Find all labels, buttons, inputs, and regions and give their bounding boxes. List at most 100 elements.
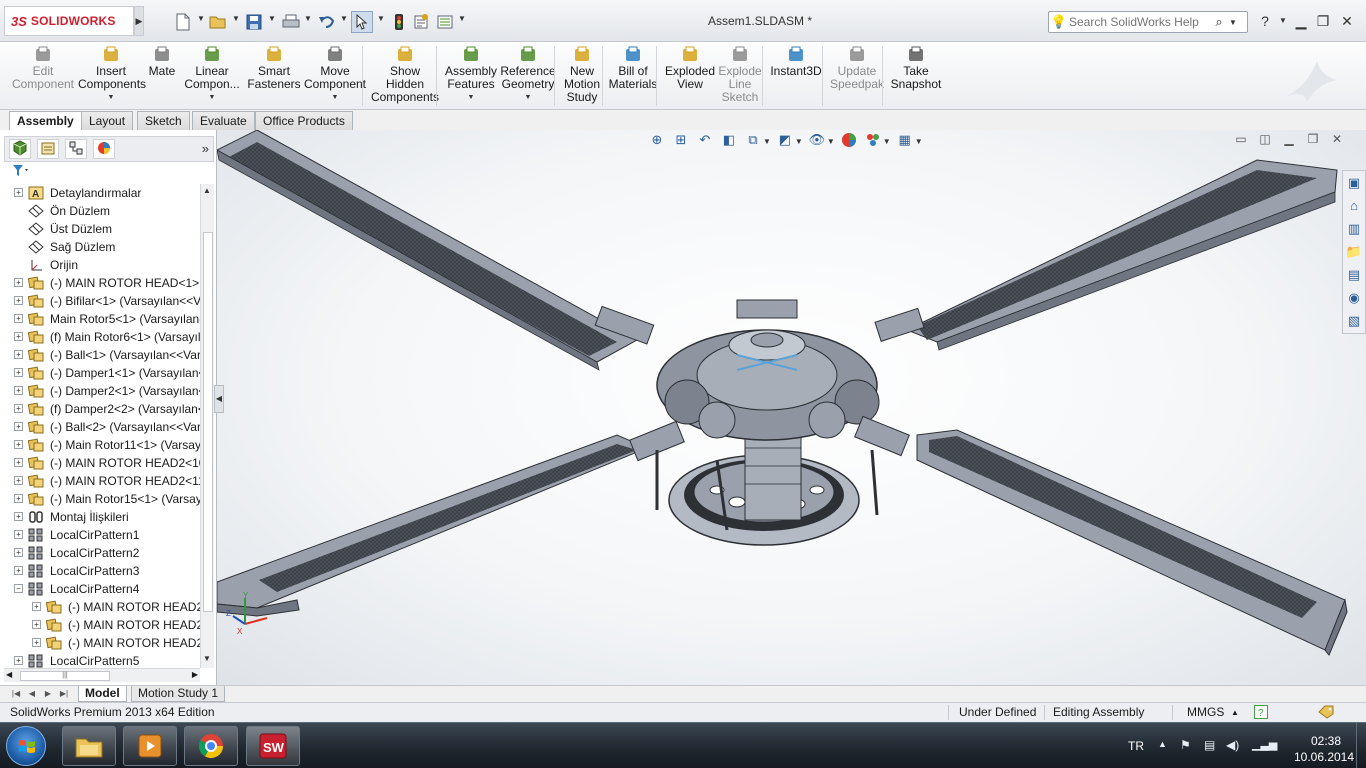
new-icon[interactable] [172,11,194,33]
viewport-close-icon[interactable]: ✕ [1328,132,1346,148]
tree-node[interactable]: + (-) Ball<2> (Varsayılan<<Var [4,418,200,436]
undo-icon[interactable] [316,11,338,33]
expand-node-icon[interactable]: + [14,368,23,377]
media-player-icon[interactable] [123,726,177,766]
print-icon[interactable] [280,11,302,33]
clock-time[interactable]: 02:38 [1296,734,1356,748]
expand-node-icon[interactable]: + [14,278,23,287]
display-style-icon[interactable]: ◩ [775,132,795,150]
scroll-thumb[interactable] [203,232,213,612]
tree-node[interactable]: Ön Düzlem [4,202,200,220]
blade-lower-right[interactable] [916,429,1348,656]
viewport-minimize-icon[interactable]: ▁ [1280,132,1298,148]
scroll-up-arrow[interactable]: ▲ [203,186,211,195]
zoom-to-fit-icon[interactable]: ⊕ [647,132,667,150]
expand-node-icon[interactable]: + [14,332,23,341]
menu-flyout-button[interactable]: ▶ [134,6,144,36]
volume-icon[interactable]: ◀) [1226,738,1239,752]
file-explorer-icon[interactable] [62,726,116,766]
blade-lower-left[interactable] [217,434,649,617]
signal-strength-icon[interactable]: ▁▃▅ [1252,738,1277,751]
tree-node[interactable]: + A Detaylandırmalar [4,184,200,202]
zoom-to-area-icon[interactable]: ⊞ [671,132,691,150]
expand-node-icon[interactable]: + [14,476,23,485]
tree-node[interactable]: + (-) MAIN ROTOR HEAD2 [4,634,200,652]
panel-collapse-handle[interactable]: ◀ [214,385,224,413]
move-component-button[interactable]: Move Component ▼ [302,46,368,108]
solidworks-icon[interactable]: SW [246,726,300,766]
first-tab-arrow[interactable]: |◀ [10,688,22,700]
filter-icon[interactable] [12,164,212,180]
expand-node-icon[interactable]: + [14,548,23,557]
next-tab-arrow[interactable]: ▶ [42,688,54,700]
design-library-icon[interactable]: ▥ [1343,218,1365,240]
rotor-head-model[interactable] [217,130,1366,685]
previous-view-icon[interactable]: ↶ [695,132,715,150]
network-icon[interactable]: ▤ [1204,738,1215,752]
collapse-node-icon[interactable]: − [14,584,23,593]
viewport-split-horizontal-icon[interactable]: ▭ [1232,132,1250,148]
view-settings-icon[interactable]: ▦ [895,132,915,150]
expand-node-icon[interactable]: + [14,458,23,467]
restore-icon[interactable]: ❐ [1312,12,1334,30]
save-dropdown-arrow[interactable]: ▼ [268,14,276,23]
tree-node[interactable]: Orijin [4,256,200,274]
tree-node[interactable]: + LocalCirPattern1 [4,526,200,544]
custom-properties-icon[interactable]: ▧ [1343,310,1365,332]
tab-layout[interactable]: Layout [81,111,134,130]
tree-node[interactable]: + LocalCirPattern3 [4,562,200,580]
insert-components-dropdown-arrow[interactable]: ▼ [78,91,144,104]
solidworks-logo[interactable]: 3S SOLIDWORKS [4,6,134,36]
view-settings-dropdown[interactable]: ▼ [915,137,923,146]
undo-dropdown-arrow[interactable]: ▼ [340,14,348,23]
horizontal-scroll-thumb[interactable]: ||| [20,671,110,681]
property-manager-icon[interactable] [37,139,59,159]
expand-node-icon[interactable]: + [14,422,23,431]
tab-model[interactable]: Model [78,686,127,702]
display-style-dropdown[interactable]: ▼ [795,137,803,146]
save-icon[interactable] [243,11,265,33]
select-icon[interactable] [351,11,373,33]
tree-node[interactable]: + (-) MAIN ROTOR HEAD2 [4,616,200,634]
tree-node[interactable]: + (-) Main Rotor11<1> (Varsay [4,436,200,454]
configuration-manager-icon[interactable] [65,139,87,159]
tab-office-products[interactable]: Office Products [255,111,353,130]
section-view-icon[interactable]: ◧ [719,132,739,150]
tree-node[interactable]: + (-) MAIN ROTOR HEAD2 [4,598,200,616]
tree-node[interactable]: + (-) Damper1<1> (Varsayılan< [4,364,200,382]
assembly-features-dropdown-arrow[interactable]: ▼ [442,91,500,104]
explode-line-sketch-button[interactable]: Explode Line Sketch [716,46,764,108]
bill-of-materials-button[interactable]: Bill of Materials [608,46,658,108]
show-hidden-icons-arrow[interactable]: ▲ [1158,739,1167,749]
expand-node-icon[interactable]: + [32,638,41,647]
view-orientation-dropdown[interactable]: ▼ [763,137,771,146]
reference-geometry-button[interactable]: Reference Geometry ▼ [500,46,556,108]
tree-node[interactable]: + (-) MAIN ROTOR HEAD<1> ( [4,274,200,292]
help-search-box[interactable]: 💡 ⌕ ▼ [1048,11,1248,33]
expand-node-icon[interactable]: + [14,296,23,305]
show-desktop-button[interactable] [1356,723,1366,768]
tree-node[interactable]: Sağ Düzlem [4,238,200,256]
tab-motion-study[interactable]: Motion Study 1 [131,686,226,702]
move-component-dropdown-arrow[interactable]: ▼ [302,91,368,104]
scroll-down-arrow[interactable]: ▼ [203,654,211,663]
options-icon[interactable] [434,11,456,33]
select-dropdown-arrow[interactable]: ▼ [377,14,385,23]
take-snapshot-button[interactable]: Take Snapshot [888,46,944,108]
tree-node[interactable]: + (-) Main Rotor15<1> (Varsay [4,490,200,508]
tree-node[interactable]: + LocalCirPattern2 [4,544,200,562]
instant3d-button[interactable]: Instant3D [768,46,824,108]
file-explorer-panel-icon[interactable]: 📁 [1343,241,1365,263]
tab-evaluate[interactable]: Evaluate [192,111,255,130]
options-dropdown-arrow[interactable]: ▼ [458,14,466,23]
tree-node[interactable]: + LocalCirPattern5 [4,652,200,668]
start-button[interactable] [6,726,46,766]
blade-upper-right[interactable] [905,159,1338,351]
scroll-left-arrow[interactable]: ◀ [6,670,12,679]
close-icon[interactable]: ✕ [1336,12,1358,30]
blade-upper-left[interactable] [217,130,639,371]
hide-show-dropdown[interactable]: ▼ [827,137,835,146]
new-motion-study-button[interactable]: New Motion Study [560,46,604,108]
smart-fasteners-button[interactable]: Smart Fasteners [246,46,302,108]
help-search-input[interactable] [1069,15,1209,29]
